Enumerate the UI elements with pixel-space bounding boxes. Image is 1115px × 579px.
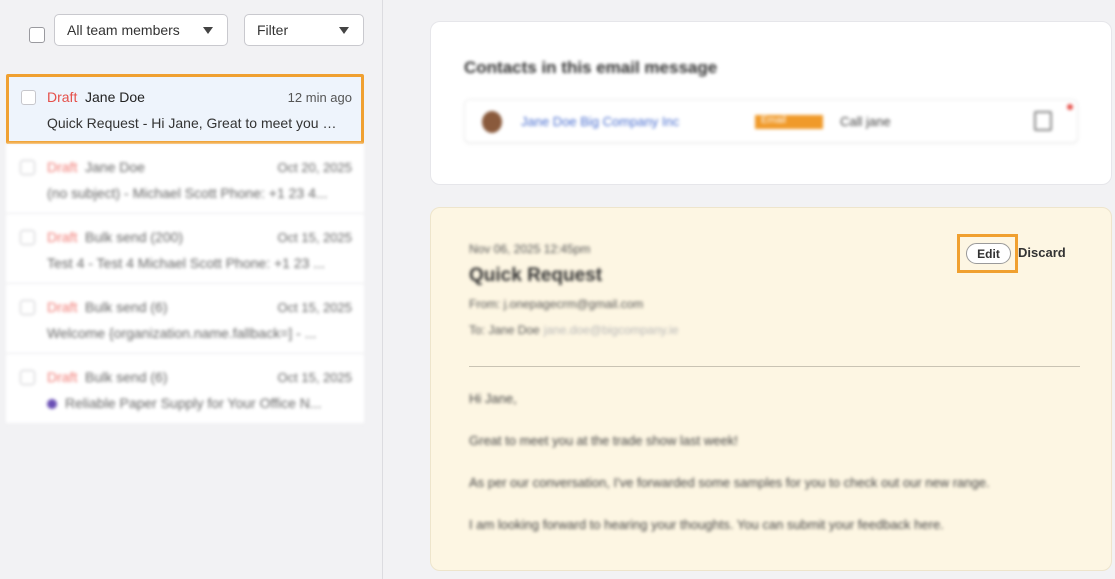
team-members-dropdown[interactable]: All team members bbox=[54, 14, 228, 46]
draft-label: Draft bbox=[47, 369, 78, 385]
draft-label: Draft bbox=[47, 229, 78, 245]
email-checkbox[interactable] bbox=[20, 370, 35, 385]
message-to-name: To: Jane Doe bbox=[469, 323, 540, 337]
edit-button[interactable]: Edit bbox=[966, 243, 1011, 264]
contacts-card: Contacts in this email message Jane Doe … bbox=[430, 21, 1112, 185]
body-line: Great to meet you at the trade show last… bbox=[469, 433, 738, 448]
contact-link[interactable]: Jane Doe Big Company Inc bbox=[521, 114, 679, 129]
divider bbox=[469, 366, 1080, 367]
email-draft-card: Nov 06, 2025 12:45pm Quick Request From:… bbox=[430, 207, 1112, 571]
email-time: 12 min ago bbox=[287, 90, 352, 105]
message-from: From: j.onepagecrm@gmail.com bbox=[469, 297, 644, 311]
notification-dot bbox=[1067, 104, 1073, 110]
contacts-heading: Contacts in this email message bbox=[464, 58, 718, 77]
message-to-email: jane.doe@bigcompany.ie bbox=[543, 323, 679, 337]
email-checkbox[interactable] bbox=[21, 90, 36, 105]
email-list-item[interactable]: Draft Bulk send (6) Oct 15, 2025 Welcome… bbox=[6, 284, 364, 354]
email-preview: Reliable Paper Supply for Your Office N.… bbox=[47, 395, 342, 411]
message-to: To: Jane Doe jane.doe@bigcompany.ie bbox=[469, 323, 678, 337]
email-checkbox[interactable] bbox=[20, 300, 35, 315]
email-list-item[interactable]: Draft Jane Doe 12 min ago Quick Request … bbox=[6, 74, 364, 144]
filter-dropdown-label: Filter bbox=[257, 22, 289, 38]
email-preview: Quick Request - Hi Jane, Great to meet y… bbox=[47, 115, 341, 131]
email-time: Oct 15, 2025 bbox=[277, 370, 352, 385]
email-preview: Welcome {organization.name.fallback=] - … bbox=[47, 325, 317, 341]
body-line: As per our conversation, I've forwarded … bbox=[469, 475, 990, 490]
select-all-checkbox[interactable] bbox=[29, 27, 45, 43]
discard-button[interactable]: Discard bbox=[1018, 245, 1066, 260]
email-list-item[interactable]: Draft Jane Doe Oct 20, 2025 (no subject)… bbox=[6, 144, 364, 214]
recipient-name: Jane Doe bbox=[85, 159, 145, 175]
email-list-pane: All team members Filter Draft Jane Doe 1… bbox=[0, 0, 383, 579]
team-members-dropdown-label: All team members bbox=[67, 22, 180, 38]
message-subject: Quick Request bbox=[469, 265, 603, 286]
contact-row[interactable]: Jane Doe Big Company Inc Email Call jane bbox=[464, 99, 1078, 143]
company-logo-icon bbox=[47, 399, 57, 409]
email-preview-text: Reliable Paper Supply for Your Office N.… bbox=[65, 395, 322, 411]
next-action: Call jane bbox=[840, 114, 891, 129]
message-date: Nov 06, 2025 12:45pm bbox=[469, 242, 591, 256]
email-list-item[interactable]: Draft Bulk send (200) Oct 15, 2025 Test … bbox=[6, 214, 364, 284]
recipient-name: Bulk send (6) bbox=[85, 369, 168, 385]
email-list-item[interactable]: Draft Bulk send (6) Oct 15, 2025 Reliabl… bbox=[6, 354, 364, 424]
caret-down-icon bbox=[203, 27, 213, 34]
email-preview: (no subject) - Michael Scott Phone: +1 2… bbox=[47, 185, 328, 201]
filter-dropdown[interactable]: Filter bbox=[244, 14, 364, 46]
draft-label: Draft bbox=[47, 89, 78, 105]
caret-down-icon bbox=[339, 27, 349, 34]
email-time: Oct 15, 2025 bbox=[277, 230, 352, 245]
draft-label: Draft bbox=[47, 299, 78, 315]
recipient-name: Bulk send (200) bbox=[85, 229, 184, 245]
avatar bbox=[482, 111, 502, 133]
recipient-name: Bulk send (6) bbox=[85, 299, 168, 315]
draft-label: Draft bbox=[47, 159, 78, 175]
recipient-name: Jane Doe bbox=[85, 89, 145, 105]
body-line: I am looking forward to hearing your tho… bbox=[469, 517, 944, 532]
email-preview: Test 4 - Test 4 Michael Scott Phone: +1 … bbox=[47, 255, 325, 271]
email-time: Oct 20, 2025 bbox=[277, 160, 352, 175]
email-list: Draft Jane Doe 12 min ago Quick Request … bbox=[6, 74, 364, 424]
email-checkbox[interactable] bbox=[20, 230, 35, 245]
action-tag-label: Email bbox=[761, 115, 787, 126]
trash-icon[interactable] bbox=[1034, 111, 1052, 131]
edit-highlight: Edit bbox=[957, 234, 1018, 273]
body-line: Hi Jane, bbox=[469, 391, 517, 406]
email-checkbox[interactable] bbox=[20, 160, 35, 175]
email-time: Oct 15, 2025 bbox=[277, 300, 352, 315]
